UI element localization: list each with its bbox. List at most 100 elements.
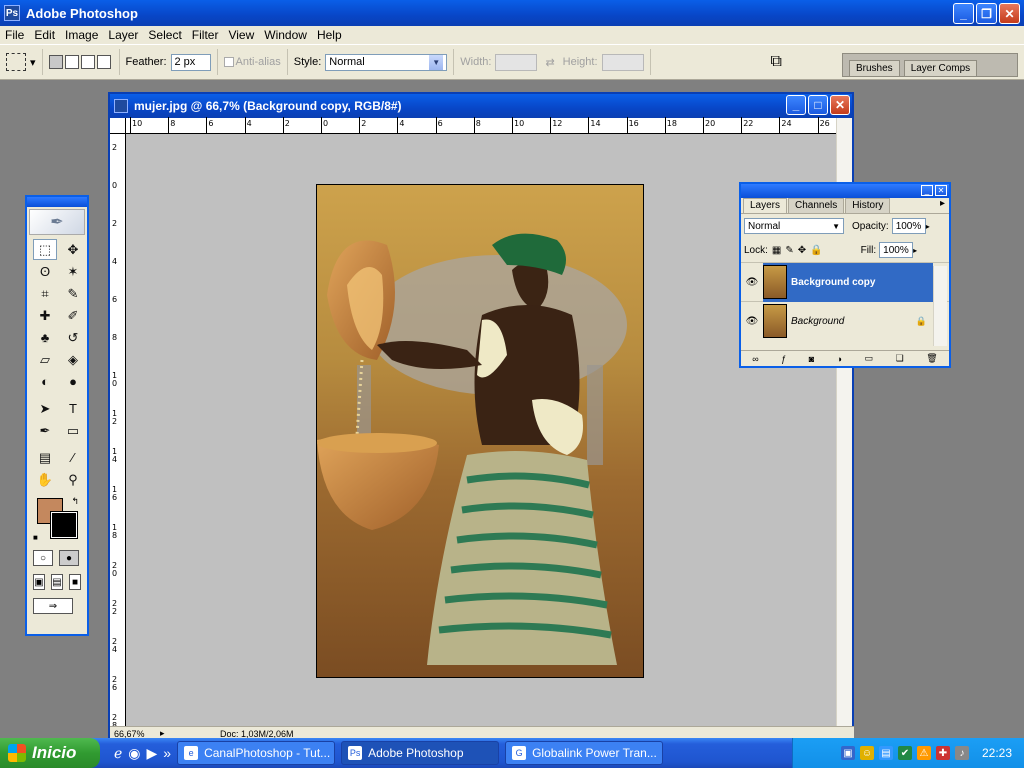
panel-menu-icon[interactable]: ▸ xyxy=(940,198,945,213)
layers-scrollbar[interactable] xyxy=(933,266,947,346)
feather-input[interactable]: 2 px xyxy=(170,53,211,71)
visibility-eye-icon[interactable]: 👁 xyxy=(741,316,763,327)
zoom-level[interactable]: 66,67% xyxy=(110,729,160,739)
task-canalphotoshop[interactable]: e CanalPhotoshop - Tut... xyxy=(177,741,336,765)
layer-style-icon[interactable]: ƒ xyxy=(781,354,786,364)
menu-view[interactable]: View xyxy=(223,28,259,42)
menu-layer[interactable]: Layer xyxy=(103,28,143,42)
healing-brush-tool[interactable]: ✚ xyxy=(33,305,57,326)
height-input[interactable] xyxy=(601,53,644,71)
layers-title-bar[interactable]: _ ✕ xyxy=(741,184,949,198)
fill-slider-icon[interactable]: ▸ xyxy=(913,246,917,255)
media-player-icon[interactable]: ◉ xyxy=(128,745,140,762)
shape-tool[interactable]: ▭ xyxy=(61,420,85,441)
dodge-tool[interactable]: ● xyxy=(61,371,85,392)
display-icon[interactable]: ▤ xyxy=(878,746,893,760)
opacity-slider-icon[interactable]: ▸ xyxy=(926,222,930,231)
show-desktop-icon[interactable]: ▶ xyxy=(147,745,158,762)
start-button[interactable]: Inicio xyxy=(0,738,100,768)
tab-channels[interactable]: Channels xyxy=(788,198,845,213)
lasso-tool[interactable]: ʘ xyxy=(33,261,57,282)
blur-tool[interactable]: ◐ xyxy=(33,371,57,392)
jump-to-imageready-icon[interactable]: ⇒ xyxy=(33,598,73,614)
lock-transparent-icon[interactable]: ▦ xyxy=(772,245,781,256)
tool-preset-picker[interactable] xyxy=(6,53,26,71)
doc-minimize-button[interactable]: _ xyxy=(786,95,806,115)
lock-all-icon[interactable]: 🔒 xyxy=(810,245,822,256)
tab-layers[interactable]: Layers xyxy=(743,198,788,213)
menu-filter[interactable]: Filter xyxy=(187,28,224,42)
notes-tool[interactable]: ▤ xyxy=(33,447,57,468)
style-select[interactable]: Normal ▼ xyxy=(325,53,448,71)
ruler-origin[interactable] xyxy=(110,118,126,134)
standard-mode-button[interactable]: ○ xyxy=(33,550,53,566)
quick-mask-button[interactable]: ● xyxy=(59,550,79,566)
vertical-ruler[interactable]: 20246810121416182022242628 xyxy=(110,134,126,730)
chevron-down-icon[interactable]: ▾ xyxy=(30,56,36,69)
pen-tool[interactable]: ✒ xyxy=(33,420,57,441)
layer-background[interactable]: 👁 Background 🔒 xyxy=(741,301,949,340)
antialias-checkbox[interactable] xyxy=(223,57,234,67)
magic-wand-tool[interactable]: ✶ xyxy=(61,261,85,282)
lock-image-icon[interactable]: ✎ xyxy=(785,245,793,256)
width-input[interactable] xyxy=(495,53,538,71)
task-globalink[interactable]: G Globalink Power Tran... xyxy=(505,741,664,765)
tab-history[interactable]: History xyxy=(845,198,891,213)
document-title-bar[interactable]: mujer.jpg @ 66,7% (Background copy, RGB/… xyxy=(110,94,852,118)
move-tool[interactable]: ✥ xyxy=(61,239,85,260)
menu-window[interactable]: Window xyxy=(259,28,312,42)
task-adobe-photoshop[interactable]: Ps Adobe Photoshop xyxy=(341,741,500,765)
adobe-feather-icon[interactable]: ✒ xyxy=(29,209,85,235)
fill-input[interactable]: 100% xyxy=(879,242,914,258)
layers-minimize-button[interactable]: _ xyxy=(921,185,933,196)
new-layer-icon[interactable]: ❏ xyxy=(896,353,904,364)
type-tool[interactable]: T xyxy=(61,398,85,419)
volume-icon[interactable]: ♪ xyxy=(954,746,969,760)
alert-icon[interactable]: ⚠ xyxy=(916,746,931,760)
menu-edit[interactable]: Edit xyxy=(29,28,60,42)
horizontal-ruler[interactable]: 10 8 6 4 2 0 2 4 6 8 10 12 14 16 18 20 22 24 26 xyxy=(126,117,838,134)
clone-stamp-tool[interactable]: ♣ xyxy=(33,327,57,348)
expand-icon[interactable]: » xyxy=(163,745,171,762)
menu-help[interactable]: Help xyxy=(312,28,347,42)
crop-tool[interactable]: ⌗ xyxy=(33,283,57,304)
background-color-swatch[interactable] xyxy=(50,511,78,539)
document-image[interactable] xyxy=(316,184,644,678)
close-button[interactable]: ✕ xyxy=(999,3,1020,24)
brushes-tab[interactable]: Brushes xyxy=(849,60,900,76)
standard-screen-icon[interactable]: ▣ xyxy=(33,574,45,590)
add-selection-button[interactable] xyxy=(64,55,79,69)
new-selection-button[interactable] xyxy=(48,55,63,69)
antivirus-icon[interactable]: ✔ xyxy=(897,746,912,760)
doc-close-button[interactable]: ✕ xyxy=(830,95,850,115)
swap-colors-icon[interactable]: ↰ xyxy=(71,496,79,507)
history-brush-tool[interactable]: ↺ xyxy=(61,327,85,348)
blend-mode-select[interactable]: Normal ▼ xyxy=(744,218,844,234)
messenger-icon[interactable]: ☺ xyxy=(859,746,874,760)
new-group-icon[interactable]: ▭ xyxy=(865,353,874,364)
marquee-tool[interactable]: ⬚ xyxy=(33,239,57,260)
internet-explorer-icon[interactable]: ℯ xyxy=(114,745,122,762)
menu-select[interactable]: Select xyxy=(143,28,186,42)
layer-comps-tab[interactable]: Layer Comps xyxy=(903,60,978,76)
visibility-eye-icon[interactable]: 👁 xyxy=(741,277,763,288)
trash-icon[interactable]: 🗑 xyxy=(926,353,937,364)
path-select-tool[interactable]: ➤ xyxy=(33,398,57,419)
default-colors-icon[interactable]: ■ xyxy=(33,533,38,542)
opacity-input[interactable]: 100% xyxy=(891,218,926,234)
full-screen-icon[interactable]: ■ xyxy=(69,574,81,590)
intersect-selection-button[interactable] xyxy=(96,55,111,69)
hand-tool[interactable]: ✋ xyxy=(33,469,57,490)
menu-image[interactable]: Image xyxy=(60,28,103,42)
adjustment-layer-icon[interactable]: ◑ xyxy=(837,354,842,364)
zoom-tool[interactable]: ⚲ xyxy=(61,469,85,490)
doc-maximize-button[interactable]: □ xyxy=(808,95,828,115)
security-icon[interactable]: ✚ xyxy=(935,746,950,760)
tools-title-bar[interactable] xyxy=(27,197,87,207)
lock-position-icon[interactable]: ✥ xyxy=(798,245,806,256)
eraser-tool[interactable]: ▱ xyxy=(33,349,57,370)
layer-background-copy[interactable]: 👁 Background copy xyxy=(741,262,949,302)
file-browser-icon[interactable]: ⧉ xyxy=(771,53,782,71)
layers-close-button[interactable]: ✕ xyxy=(935,185,947,196)
restore-button[interactable]: ❐ xyxy=(976,3,997,24)
